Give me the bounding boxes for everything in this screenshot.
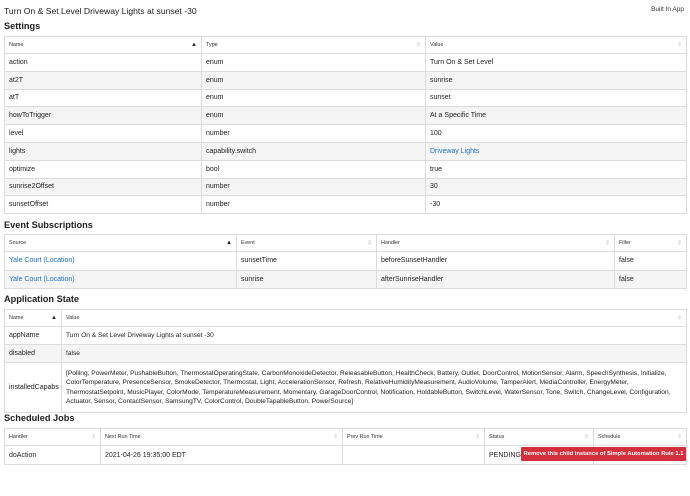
settings-cell-type: enum bbox=[201, 88, 426, 108]
app-title: Turn On & Set Level Driveway Lights at s… bbox=[4, 6, 197, 16]
table-row: level number 100 bbox=[4, 124, 687, 143]
settings-col-value[interactable]: Value ⇕ bbox=[425, 36, 687, 54]
application-state-table: Name ▲ Value ⇕ appName Turn On & Set Level … bbox=[4, 309, 687, 413]
settings-cell-type: capability.switch bbox=[201, 141, 426, 161]
table-row: howToTrigger enum At a Specific Time bbox=[4, 106, 687, 126]
settings-cell-type: enum bbox=[201, 53, 426, 72]
table-row: sunsetOffset number -30 bbox=[4, 195, 687, 215]
settings-cell-value: -30 bbox=[425, 195, 687, 215]
sort-icon: ⇕ bbox=[604, 240, 610, 247]
sort-asc-icon: ▲ bbox=[226, 240, 232, 246]
sort-icon: ⇕ bbox=[332, 434, 338, 441]
events-cell-source: Yale Court (Location) bbox=[4, 269, 237, 289]
table-row: disabled false bbox=[4, 344, 687, 363]
event-subscriptions-heading: Event Subscriptions bbox=[4, 220, 93, 230]
settings-cell-value: true bbox=[425, 159, 687, 179]
sort-icon: ⇕ bbox=[676, 434, 682, 441]
table-row: sunrise2Offset number 30 bbox=[4, 177, 687, 197]
state-cell-value: false bbox=[61, 344, 687, 363]
sort-icon: ⇕ bbox=[90, 434, 96, 441]
settings-cell-name: lights bbox=[4, 141, 202, 161]
state-cell-name: disabled bbox=[4, 344, 62, 363]
jobs-col-schedule[interactable]: Schedule ⇕ bbox=[593, 428, 687, 446]
event-subscriptions-table: Source ▲ Event ⇕ Handler ⇕ Filter ⇕ Yale Cou… bbox=[4, 234, 687, 289]
settings-cell-name: atT bbox=[4, 88, 202, 108]
settings-cell-value: At a Specific Time bbox=[425, 106, 687, 126]
settings-cell-name: at2T bbox=[4, 70, 202, 90]
events-cell-handler: afterSunriseHandler bbox=[376, 269, 615, 289]
jobs-cell-prev bbox=[342, 445, 485, 465]
table-row: lights capability.switch Driveway Lights bbox=[4, 141, 687, 161]
settings-cell-name: sunrise2Offset bbox=[4, 177, 202, 197]
table-row: installedCapabs [Polling, PowerMeter, Pus… bbox=[4, 362, 687, 413]
built-in-app-label: Built In App bbox=[651, 6, 684, 13]
state-cell-value: [Polling, PowerMeter, PushableButton, Th… bbox=[61, 362, 687, 413]
settings-heading: Settings bbox=[4, 21, 41, 31]
jobs-col-next-run[interactable]: Next Run Time ⇕ bbox=[100, 428, 343, 446]
table-row: atT enum sunset bbox=[4, 88, 687, 108]
events-source-link[interactable]: Yale Court (Location) bbox=[9, 276, 75, 283]
jobs-col-status[interactable]: Status ⇕ bbox=[484, 428, 594, 446]
sort-asc-icon: ▲ bbox=[191, 42, 197, 48]
state-cell-name: appName bbox=[4, 326, 62, 345]
sort-icon: ⇕ bbox=[676, 315, 682, 322]
table-row: Yale Court (Location) sunrise afterSunrise… bbox=[4, 269, 687, 289]
events-cell-filter: false bbox=[614, 269, 687, 289]
settings-cell-type: enum bbox=[201, 106, 426, 126]
settings-col-name[interactable]: Name ▲ bbox=[4, 36, 202, 54]
events-cell-filter: false bbox=[614, 251, 687, 271]
settings-cell-value: Turn On & Set Level bbox=[425, 53, 687, 72]
remove-child-instance-button[interactable]: Remove this child instance of Simple Aut… bbox=[521, 447, 686, 461]
events-col-source[interactable]: Source ▲ bbox=[4, 234, 237, 252]
settings-cell-value: Driveway Lights bbox=[425, 141, 687, 161]
sort-asc-icon: ▲ bbox=[51, 315, 57, 321]
jobs-cell-handler: doAction bbox=[4, 445, 101, 465]
sort-icon: ⇕ bbox=[676, 42, 682, 49]
settings-cell-value: 100 bbox=[425, 124, 687, 143]
settings-cell-type: enum bbox=[201, 70, 426, 90]
events-cell-source: Yale Court (Location) bbox=[4, 251, 237, 271]
application-state-heading: Application State bbox=[4, 294, 80, 304]
settings-col-type[interactable]: Type ⇕ bbox=[201, 36, 426, 54]
table-row: appName Turn On & Set Level Driveway Ligh… bbox=[4, 326, 687, 345]
settings-cell-value: 30 bbox=[425, 177, 687, 197]
settings-cell-type: number bbox=[201, 195, 426, 215]
events-cell-handler: beforeSunsetHandler bbox=[376, 251, 615, 271]
table-row: action enum Turn On & Set Level bbox=[4, 53, 687, 72]
scheduled-jobs-heading: Scheduled Jobs bbox=[4, 413, 75, 423]
events-col-filter[interactable]: Filter ⇕ bbox=[614, 234, 687, 252]
settings-cell-value: sunrise bbox=[425, 70, 687, 90]
settings-cell-name: action bbox=[4, 53, 202, 72]
settings-cell-name: sunsetOffset bbox=[4, 195, 202, 215]
state-cell-name: installedCapabs bbox=[4, 362, 62, 413]
events-cell-event: sunrise bbox=[236, 269, 377, 289]
table-row: at2T enum sunrise bbox=[4, 70, 687, 90]
settings-cell-type: number bbox=[201, 177, 426, 197]
events-col-event[interactable]: Event ⇕ bbox=[236, 234, 377, 252]
jobs-col-handler[interactable]: Handler ⇕ bbox=[4, 428, 101, 446]
sort-icon: ⇕ bbox=[366, 240, 372, 247]
state-col-name[interactable]: Name ▲ bbox=[4, 309, 62, 327]
table-row: optimize bool true bbox=[4, 159, 687, 179]
settings-cell-type: bool bbox=[201, 159, 426, 179]
state-cell-value: Turn On & Set Level Driveway Lights at s… bbox=[61, 326, 687, 345]
table-row: Yale Court (Location) sunsetTime beforeSun… bbox=[4, 251, 687, 271]
events-cell-event: sunsetTime bbox=[236, 251, 377, 271]
settings-value-link[interactable]: Driveway Lights bbox=[430, 148, 479, 155]
events-source-link[interactable]: Yale Court (Location) bbox=[9, 257, 75, 264]
sort-icon: ⇕ bbox=[676, 240, 682, 247]
settings-cell-name: howToTrigger bbox=[4, 106, 202, 126]
jobs-col-prev-run[interactable]: Prev Run Time ⇕ bbox=[342, 428, 485, 446]
sort-icon: ⇕ bbox=[583, 434, 589, 441]
settings-cell-name: optimize bbox=[4, 159, 202, 179]
sort-icon: ⇕ bbox=[474, 434, 480, 441]
settings-cell-value: sunset bbox=[425, 88, 687, 108]
settings-table: Name ▲ Type ⇕ Value ⇕ action enum Turn On & S… bbox=[4, 36, 687, 215]
settings-cell-type: number bbox=[201, 124, 426, 143]
sort-icon: ⇕ bbox=[415, 42, 421, 49]
jobs-cell-next: 2021-04-26 19:35:00 EDT bbox=[100, 445, 343, 465]
events-col-handler[interactable]: Handler ⇕ bbox=[376, 234, 615, 252]
settings-cell-name: level bbox=[4, 124, 202, 143]
state-col-value[interactable]: Value ⇕ bbox=[61, 309, 687, 327]
